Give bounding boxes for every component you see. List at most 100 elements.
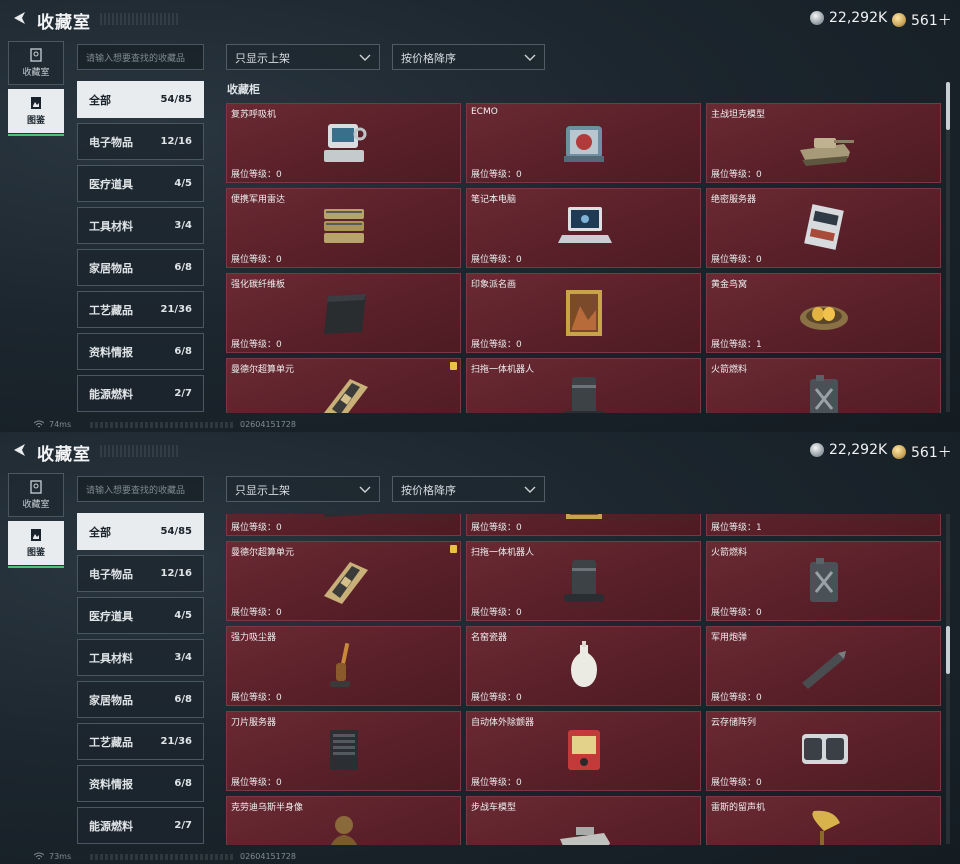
collection-item-card[interactable]: 曼德尔超算单元展位等级：0 [226, 541, 461, 621]
category-count: 4/5 [174, 178, 192, 189]
collection-item-card[interactable]: 火箭燃料展位等级：0 [706, 358, 941, 413]
booth-level: 展位等级：0 [231, 167, 282, 180]
item-name: 黄金鸟窝 [711, 280, 748, 290]
sort-dropdown-value: 按价格降序 [401, 484, 456, 497]
collection-item-card[interactable]: 刀片服务器 展位等级：0 [226, 711, 461, 791]
booth-level: 展位等级：1 [711, 337, 762, 350]
category-medical[interactable]: 医疗道具 4/5 [77, 597, 204, 634]
collection-item-card[interactable]: 绝密服务器 展位等级：0 [706, 188, 941, 268]
chevron-down-icon [524, 486, 536, 493]
gold-currency[interactable]: 561＋ [892, 10, 952, 30]
back-arrow-icon[interactable] [10, 9, 28, 27]
sort-dropdown[interactable]: 按价格降序 [392, 476, 545, 502]
collection-item-card[interactable]: 黄金鸟窝展位等级：1 [706, 273, 941, 353]
collection-item-card[interactable]: 扫拖一体机器人展位等级：0 [466, 358, 701, 413]
search-input[interactable]: 请输入想要查找的收藏品 [77, 476, 204, 502]
category-household[interactable]: 家居物品 6/8 [77, 681, 204, 718]
collection-item-card[interactable]: 火箭燃料展位等级：0 [706, 541, 941, 621]
collection-item-card[interactable]: 曼德尔超算单元展位等级：0 [226, 358, 461, 413]
booth-level-value: 0 [276, 170, 282, 180]
robot-vacuum-icon [564, 560, 604, 602]
collection-item-card[interactable]: 黄金鸟窝展位等级：1 [706, 514, 941, 536]
collection-item-card[interactable]: 扫拖一体机器人展位等级：0 [466, 541, 701, 621]
category-all[interactable]: 全部 54/85 [77, 81, 204, 118]
collection-grid-viewport[interactable]: 复苏呼吸机 展位等级：0 ECMO 展位等级：0 主战坦克模型 展位等级：0 便携军用雷达展… [226, 103, 942, 413]
category-intel[interactable]: 资料情报 6/8 [77, 765, 204, 802]
category-electronics[interactable]: 电子物品 12/16 [77, 555, 204, 592]
collection-item-card[interactable]: 便携军用雷达 展位等级：0 [226, 188, 461, 268]
collection-item-card[interactable]: 复苏呼吸机 展位等级：0 [226, 103, 461, 183]
scrollbar[interactable] [946, 82, 950, 412]
gold-coin-icon [892, 13, 906, 27]
booth-level: 展位等级：0 [231, 775, 282, 788]
collection-item-card[interactable]: 印象派名画展位等级：0 [466, 273, 701, 353]
silver-amount: 22,292K [829, 10, 888, 26]
availability-filter[interactable]: 只显示上架 [226, 44, 380, 70]
sort-dropdown[interactable]: 按价格降序 [392, 44, 545, 70]
tab-collection-room[interactable]: 收藏室 [8, 41, 64, 85]
booth-level-label: 展位等级： [711, 523, 757, 533]
ventilator-icon [324, 124, 367, 162]
collection-item-card[interactable]: 强力吸尘器 展位等级：0 [226, 626, 461, 706]
category-label: 工具材料 [89, 651, 133, 665]
booth-level-value: 0 [276, 340, 282, 350]
availability-filter[interactable]: 只显示上架 [226, 476, 380, 502]
collection-item-card[interactable]: 强化碳纤维板展位等级：0 [226, 273, 461, 353]
category-crafts[interactable]: 工艺藏品 21/36 [77, 291, 204, 328]
gold-amount: 561＋ [911, 445, 952, 461]
collection-item-card[interactable]: 印象派名画展位等级：0 [466, 514, 701, 536]
collection-item-card[interactable]: 军用炮弹 展位等级：0 [706, 626, 941, 706]
collection-item-card[interactable]: 主战坦克模型 展位等级：0 [706, 103, 941, 183]
category-tools[interactable]: 工具材料 3/4 [77, 207, 204, 244]
tab-album[interactable]: 图鉴 [8, 89, 64, 136]
booth-level: 展位等级：0 [471, 520, 522, 533]
collection-item-card[interactable]: 强化碳纤维板展位等级：0 [226, 514, 461, 536]
search-input[interactable]: 请输入想要查找的收藏品 [77, 44, 204, 70]
category-tools[interactable]: 工具材料 3/4 [77, 639, 204, 676]
booth-level-label: 展位等级： [231, 693, 277, 703]
collection-item-card[interactable]: ECMO 展位等级：0 [466, 103, 701, 183]
category-intel[interactable]: 资料情报 6/8 [77, 333, 204, 370]
category-count: 54/85 [160, 94, 192, 105]
collection-item-card[interactable]: 步战车模型展位等级： [466, 796, 701, 845]
uid-mask [90, 422, 235, 428]
back-arrow-icon[interactable] [10, 441, 28, 459]
scrollbar-thumb[interactable] [946, 626, 950, 674]
category-energy[interactable]: 能源燃料 2/7 [77, 375, 204, 412]
blade-server-icon [330, 730, 358, 770]
collection-item-card[interactable]: 雷斯的留声机展位等级： [706, 796, 941, 845]
category-crafts[interactable]: 工艺藏品 21/36 [77, 723, 204, 760]
collection-item-card[interactable]: 自动体外除颤器 展位等级：0 [466, 711, 701, 791]
category-label: 医疗道具 [89, 177, 133, 191]
user-id: 02604151728 [240, 852, 296, 861]
booth-level: 展位等级：0 [231, 520, 282, 533]
tab-album[interactable]: 图鉴 [8, 521, 64, 568]
category-all[interactable]: 全部 54/85 [77, 513, 204, 550]
new-flag-icon [450, 545, 457, 553]
scrollbar[interactable] [946, 514, 950, 844]
booth-level-label: 展位等级： [711, 693, 757, 703]
collection-grid-viewport[interactable]: 强化碳纤维板展位等级：0印象派名画展位等级：0黄金鸟窝展位等级：1 曼德尔超算单元… [226, 514, 942, 845]
category-energy[interactable]: 能源燃料 2/7 [77, 807, 204, 844]
category-household[interactable]: 家居物品 6/8 [77, 249, 204, 286]
gold-currency[interactable]: 561＋ [892, 442, 952, 462]
item-name: 克劳迪乌斯半身像 [231, 803, 304, 813]
collection-item-card[interactable]: 笔记本电脑 展位等级：0 [466, 188, 701, 268]
collection-grid: 复苏呼吸机 展位等级：0 ECMO 展位等级：0 主战坦克模型 展位等级：0 便携军用雷达展… [226, 103, 942, 413]
collection-item-card[interactable]: 名窑瓷器 展位等级：0 [466, 626, 701, 706]
user-id: 02604151728 [240, 420, 296, 429]
collection-item-card[interactable]: 云存储阵列 展位等级：0 [706, 711, 941, 791]
scrollbar-thumb[interactable] [946, 82, 950, 130]
booth-level-value: 0 [756, 255, 762, 265]
fuel-can-icon [810, 375, 838, 413]
tab-collection-room[interactable]: 收藏室 [8, 473, 64, 517]
ecmo-icon [564, 126, 604, 162]
category-electronics[interactable]: 电子物品 12/16 [77, 123, 204, 160]
item-name: 扫拖一体机器人 [471, 548, 535, 558]
page-title: 收藏室 [37, 445, 91, 465]
category-label: 能源燃料 [89, 387, 133, 401]
collection-item-card[interactable]: 克劳迪乌斯半身像展位等级： [226, 796, 461, 845]
category-medical[interactable]: 医疗道具 4/5 [77, 165, 204, 202]
booth-level-label: 展位等级： [471, 523, 517, 533]
booth-level-value: 0 [516, 340, 522, 350]
